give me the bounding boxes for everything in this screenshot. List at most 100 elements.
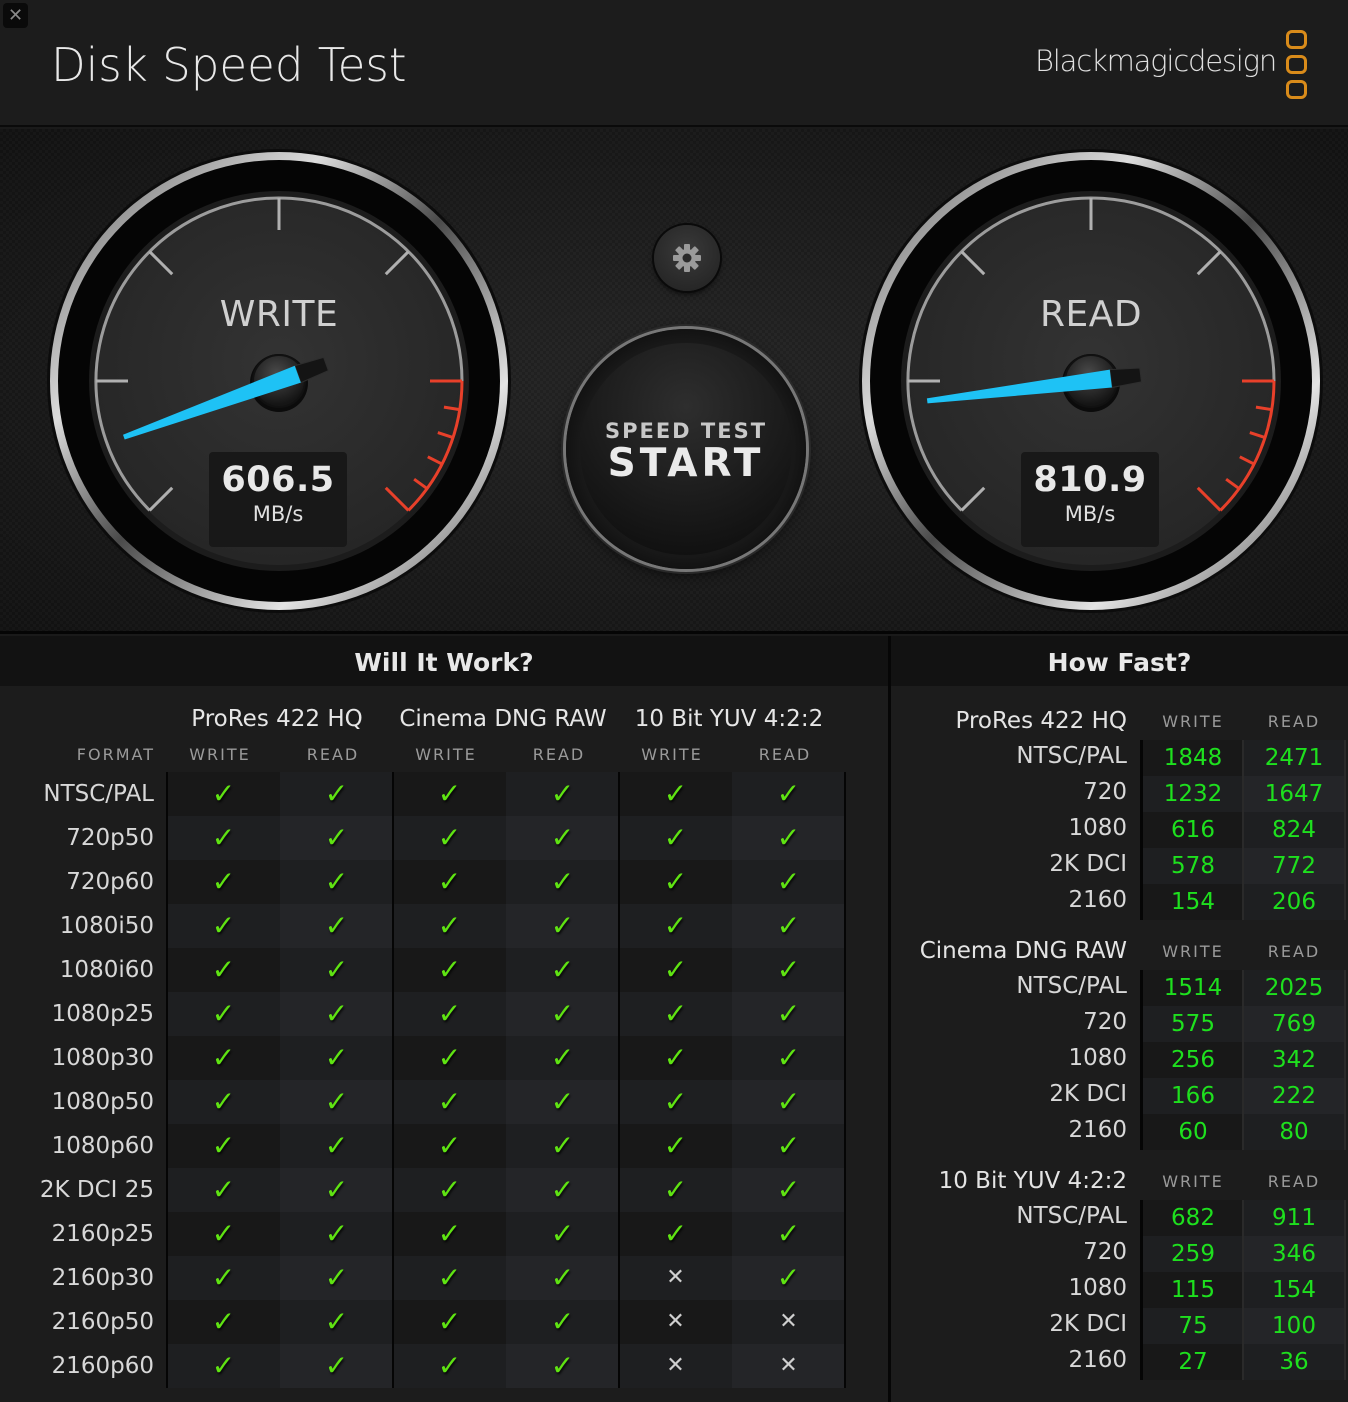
read-column-header: READ <box>758 745 812 764</box>
read-fps-value: 772 <box>1244 848 1344 884</box>
pass-cell: ✓ <box>732 1080 845 1124</box>
checkmark-icon: ✓ <box>776 821 801 854</box>
format-label: 1080p30 <box>51 1045 154 1071</box>
checkmark-icon: ✓ <box>663 1217 688 1250</box>
format-label: 720 <box>1083 1239 1127 1265</box>
will-it-work-panel: Will It Work? ProRes 422 HQ Cinema DNG R… <box>0 636 888 1402</box>
checkmark-icon: ✓ <box>663 865 688 898</box>
pass-cell: ✓ <box>393 1256 506 1300</box>
pass-cell: ✓ <box>619 1036 732 1080</box>
table-row: NTSC/PAL 1848 2471 <box>891 740 1348 776</box>
checkmark-icon: ✓ <box>550 1217 575 1250</box>
table-row: 2K DCI 578 772 <box>891 848 1348 884</box>
write-fps-value: 75 <box>1143 1308 1243 1344</box>
format-label: 720 <box>1083 779 1127 805</box>
pass-cell: ✓ <box>506 1124 619 1168</box>
write-fps-value: 616 <box>1143 812 1243 848</box>
checkmark-icon: ✓ <box>324 865 349 898</box>
checkmark-icon: ✓ <box>550 1041 575 1074</box>
write-column-header: WRITE <box>1162 712 1224 731</box>
pass-cell: ✓ <box>506 1080 619 1124</box>
pass-cell: ✓ <box>167 1344 280 1388</box>
checkmark-icon: ✓ <box>324 997 349 1030</box>
format-label: 1080 <box>1068 1045 1127 1071</box>
checkmark-icon: ✓ <box>324 1217 349 1250</box>
checkmark-icon: ✓ <box>550 953 575 986</box>
cross-icon: ✕ <box>666 1265 685 1290</box>
checkmark-icon: ✓ <box>550 1305 575 1338</box>
checkmark-icon: ✓ <box>324 821 349 854</box>
read-fps-value: 36 <box>1244 1344 1344 1380</box>
pass-cell: ✓ <box>280 1124 393 1168</box>
pass-cell: ✓ <box>280 948 393 992</box>
cross-icon: ✕ <box>779 1353 798 1378</box>
write-fps-value: 575 <box>1143 1006 1243 1042</box>
pass-cell: ✓ <box>393 1344 506 1388</box>
read-fps-value: 222 <box>1244 1078 1344 1114</box>
checkmark-icon: ✓ <box>324 953 349 986</box>
format-label: 2160 <box>1068 1347 1127 1373</box>
checkmark-icon: ✓ <box>211 953 236 986</box>
pass-cell: ✓ <box>619 772 732 816</box>
checkmark-icon: ✓ <box>776 777 801 810</box>
pass-cell: ✓ <box>732 992 845 1036</box>
checkmark-icon: ✓ <box>663 821 688 854</box>
pass-cell: ✓ <box>167 860 280 904</box>
pass-cell: ✓ <box>167 816 280 860</box>
checkmark-icon: ✓ <box>776 1261 801 1294</box>
pass-cell: ✓ <box>506 1168 619 1212</box>
pass-cell: ✓ <box>619 904 732 948</box>
checkmark-icon: ✓ <box>211 865 236 898</box>
pass-cell: ✓ <box>506 1256 619 1300</box>
checkmark-icon: ✓ <box>324 1041 349 1074</box>
checkmark-icon: ✓ <box>663 1085 688 1118</box>
pass-cell: ✓ <box>732 1168 845 1212</box>
write-fps-value: 166 <box>1143 1078 1243 1114</box>
format-label: 2160 <box>1068 887 1127 913</box>
checkmark-icon: ✓ <box>211 1305 236 1338</box>
checkmark-icon: ✓ <box>663 777 688 810</box>
settings-button[interactable] <box>654 225 720 291</box>
pass-cell: ✓ <box>393 1300 506 1344</box>
gear-icon <box>673 244 701 272</box>
read-speed-readout: 810.9 MB/s <box>1021 452 1159 547</box>
pass-cell: ✓ <box>732 904 845 948</box>
checkmark-icon: ✓ <box>550 909 575 942</box>
read-column-header: READ <box>306 745 360 764</box>
how-fast-panel: How Fast? ProRes 422 HQ WRITE READ NTSC/… <box>891 636 1348 1402</box>
close-button[interactable]: ✕ <box>3 3 28 28</box>
table-row: ✓ ✓ ✓ ✓ ✓ ✓ <box>167 1080 845 1124</box>
read-fps-value: 2471 <box>1244 740 1344 776</box>
table-row: ✓ ✓ ✓ ✓ ✓ ✓ <box>167 860 845 904</box>
checkmark-icon: ✓ <box>776 1217 801 1250</box>
fail-cell: ✕ <box>619 1256 732 1300</box>
format-label: 1080p60 <box>51 1133 154 1159</box>
gauge-panel: WRITE 606.5 MB/s SPEED TEST START READ 8… <box>0 129 1348 634</box>
pass-cell: ✓ <box>393 1168 506 1212</box>
codec-name: Cinema DNG RAW <box>919 938 1127 964</box>
checkmark-icon: ✓ <box>324 1349 349 1382</box>
speed-test-start-button[interactable]: SPEED TEST START <box>566 329 806 569</box>
table-row: ✓ ✓ ✓ ✓ ✓ ✓ <box>167 1036 845 1080</box>
checkmark-icon: ✓ <box>776 1085 801 1118</box>
pass-cell: ✓ <box>732 1256 845 1300</box>
table-row: NTSC/PAL 1514 2025 <box>891 970 1348 1006</box>
checkmark-icon: ✓ <box>550 1085 575 1118</box>
pass-cell: ✓ <box>619 860 732 904</box>
pass-cell: ✓ <box>280 1256 393 1300</box>
checkmark-icon: ✓ <box>437 1173 462 1206</box>
checkmark-icon: ✓ <box>550 1349 575 1382</box>
will-it-work-title: Will It Work? <box>0 636 888 686</box>
checkmark-icon: ✓ <box>211 1173 236 1206</box>
format-label: 2K DCI <box>1049 1311 1127 1337</box>
checkmark-icon: ✓ <box>437 909 462 942</box>
format-label: 2K DCI <box>1049 851 1127 877</box>
checkmark-icon: ✓ <box>211 1261 236 1294</box>
format-label: NTSC/PAL <box>43 781 154 807</box>
checkmark-icon: ✓ <box>437 1041 462 1074</box>
write-fps-value: 1848 <box>1143 740 1243 776</box>
cross-icon: ✕ <box>666 1353 685 1378</box>
checkmark-icon: ✓ <box>437 1349 462 1382</box>
checkmark-icon: ✓ <box>324 1173 349 1206</box>
checkmark-icon: ✓ <box>663 909 688 942</box>
